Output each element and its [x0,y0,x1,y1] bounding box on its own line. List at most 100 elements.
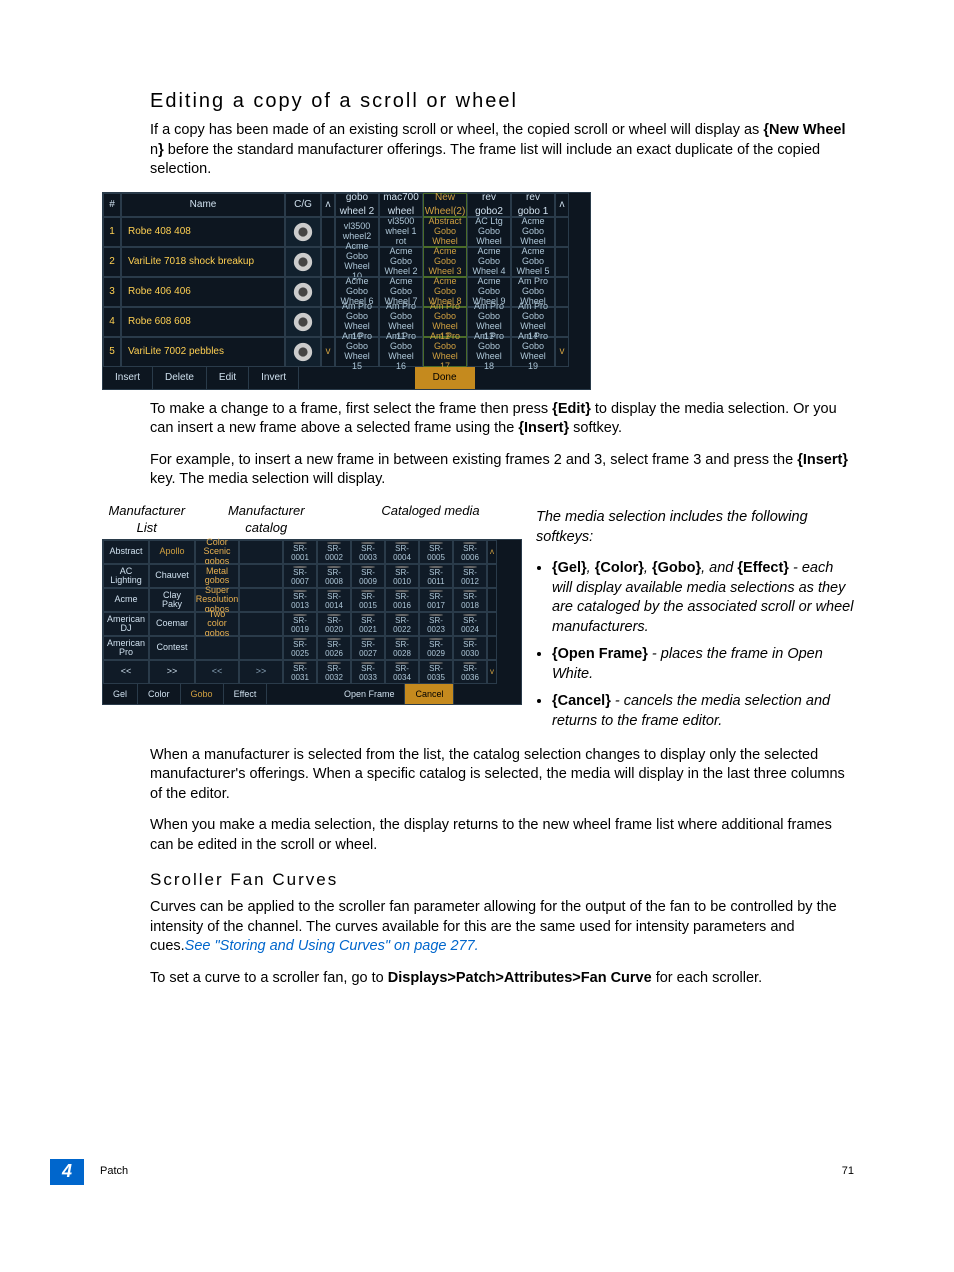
scroll[interactable] [321,247,335,277]
scroll[interactable] [555,307,569,337]
media-item[interactable]: SR-0007 [283,564,317,588]
media-item[interactable]: SR-0036 [453,660,487,684]
wheel-cell[interactable]: Am Pro Gobo Wheel 16 [379,337,423,367]
media-item[interactable]: SR-0016 [385,588,419,612]
mfr-item[interactable]: American Pro [103,636,149,660]
wheel-cell[interactable]: Am Pro Gobo Wheel 18 [467,337,511,367]
mfr-item[interactable]: American DJ [103,612,149,636]
wheel-cell[interactable]: Acme Gobo Wheel 10 [335,247,379,277]
media-item[interactable]: SR-0034 [385,660,419,684]
catalog-item[interactable]: >> [239,660,283,684]
scroll[interactable] [487,564,497,588]
wheel-cell[interactable]: Am Pro Gobo Wheel 17 [423,337,467,367]
wheel-row-num[interactable]: 3 [103,277,121,307]
scroll[interactable] [487,636,497,660]
catalog-item[interactable]: Color Scenic gobos [195,540,239,564]
media-item[interactable]: SR-0027 [351,636,385,660]
media-item[interactable]: SR-0023 [419,612,453,636]
gel-button[interactable]: Gel [103,684,138,704]
gobo-button[interactable]: Gobo [181,684,224,704]
delete-button[interactable]: Delete [153,367,207,389]
media-item[interactable]: SR-0014 [317,588,351,612]
catalog-item[interactable] [239,636,283,660]
scroll[interactable] [487,588,497,612]
mfr-item[interactable]: >> [149,660,195,684]
scroll[interactable]: ʌ [487,540,497,564]
media-item[interactable]: SR-0008 [317,564,351,588]
media-item[interactable]: SR-0020 [317,612,351,636]
wheel-row-name[interactable]: Robe 608 608 [121,307,285,337]
scroll[interactable] [487,612,497,636]
wheel-cell[interactable]: Acme Gobo Wheel 3 [423,247,467,277]
mfr-item[interactable]: Apollo [149,540,195,564]
color-button[interactable]: Color [138,684,181,704]
media-item[interactable]: SR-0010 [385,564,419,588]
open-frame-button[interactable]: Open Frame [334,684,406,704]
wheel-row-num[interactable]: 2 [103,247,121,277]
done-button[interactable]: Done [415,367,475,389]
cancel-button[interactable]: Cancel [405,684,454,704]
mfr-item[interactable]: Clay Paky [149,588,195,612]
media-item[interactable]: SR-0028 [385,636,419,660]
mfr-item[interactable]: Coemar [149,612,195,636]
scroll[interactable] [555,217,569,247]
effect-button[interactable]: Effect [224,684,268,704]
wheel-cell[interactable]: Abstract Gobo Wheel [423,217,467,247]
wheel-cell[interactable]: Acme Gobo Wheel 4 [467,247,511,277]
catalog-item[interactable]: << [195,660,239,684]
mfr-item[interactable]: Contest [149,636,195,660]
media-item[interactable]: SR-0030 [453,636,487,660]
catalog-item[interactable] [239,588,283,612]
wheel-row-num[interactable]: 1 [103,217,121,247]
wheel-cell[interactable]: Acme Gobo Wheel 2 [379,247,423,277]
wheel-row-num[interactable]: 5 [103,337,121,367]
wheel-row-name[interactable]: Robe 408 408 [121,217,285,247]
wheel-cell[interactable]: Acme Gobo Wheel 5 [511,247,555,277]
media-item[interactable]: SR-0017 [419,588,453,612]
media-item[interactable]: SR-0021 [351,612,385,636]
media-item[interactable]: SR-0026 [317,636,351,660]
mfr-item[interactable]: Abstract [103,540,149,564]
wheel-cell[interactable]: Am Pro Gobo Wheel 15 [335,337,379,367]
media-item[interactable]: SR-0024 [453,612,487,636]
media-item[interactable]: SR-0013 [283,588,317,612]
invert-button[interactable]: Invert [249,367,299,389]
wheel-col-header[interactable]: ʌ [555,193,569,217]
wheel-cell[interactable]: Am Pro Gobo Wheel 19 [511,337,555,367]
wheel-col-header[interactable]: ʌ [321,193,335,217]
wheel-cell[interactable]: vl3500 wheel 1 rot [379,217,423,247]
mfr-item[interactable]: Chauvet [149,564,195,588]
wheel-row-name[interactable]: VariLite 7018 shock breakup [121,247,285,277]
media-item[interactable]: SR-0035 [419,660,453,684]
catalog-item[interactable] [239,540,283,564]
media-item[interactable]: SR-0015 [351,588,385,612]
media-item[interactable]: SR-0001 [283,540,317,564]
media-item[interactable]: SR-0029 [419,636,453,660]
mfr-item[interactable]: Acme [103,588,149,612]
link-storing-curves[interactable]: See "Storing and Using Curves" on page 2… [185,938,479,954]
wheel-row-num[interactable]: 4 [103,307,121,337]
media-item[interactable]: SR-0022 [385,612,419,636]
wheel-row-name[interactable]: VariLite 7002 pebbles [121,337,285,367]
catalog-item[interactable] [239,612,283,636]
media-item[interactable]: SR-0009 [351,564,385,588]
mfr-item[interactable]: AC Lighting [103,564,149,588]
mfr-item[interactable]: << [103,660,149,684]
scroll[interactable]: v [555,337,569,367]
catalog-item[interactable] [195,636,239,660]
wheel-row-name[interactable]: Robe 406 406 [121,277,285,307]
media-item[interactable]: SR-0002 [317,540,351,564]
media-item[interactable]: SR-0025 [283,636,317,660]
edit-button[interactable]: Edit [207,367,249,389]
media-item[interactable]: SR-0006 [453,540,487,564]
media-item[interactable]: SR-0012 [453,564,487,588]
catalog-item[interactable] [239,564,283,588]
scroll[interactable] [555,247,569,277]
wheel-cell[interactable]: Acme Gobo Wheel [511,217,555,247]
media-item[interactable]: SR-0004 [385,540,419,564]
wheel-cell[interactable]: AC Ltg Gobo Wheel [467,217,511,247]
media-item[interactable]: SR-0011 [419,564,453,588]
catalog-item[interactable]: Two color gobos [195,612,239,636]
media-item[interactable]: SR-0018 [453,588,487,612]
media-item[interactable]: SR-0019 [283,612,317,636]
